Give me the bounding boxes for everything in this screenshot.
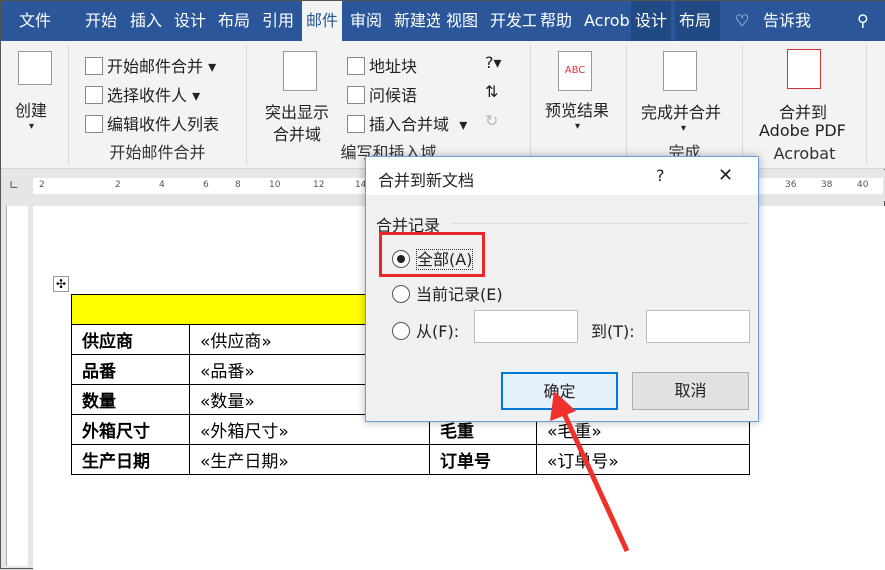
arrow-shaft	[560, 409, 630, 553]
red-arrow-annotation	[550, 391, 630, 553]
